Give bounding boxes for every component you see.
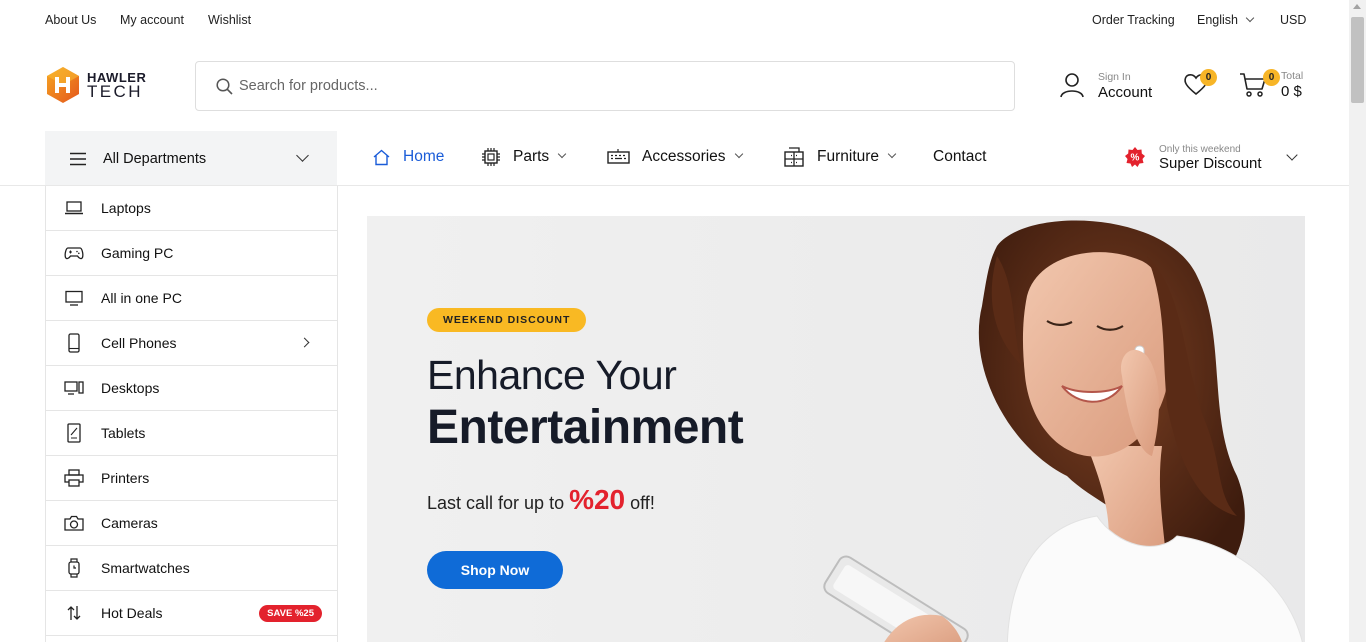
cpu-chip-icon bbox=[482, 148, 500, 166]
site-logo[interactable]: HAWLER TECH bbox=[45, 66, 146, 104]
search-bar bbox=[195, 61, 1015, 111]
phone-icon bbox=[64, 333, 84, 353]
sign-in-label: Sign In bbox=[1098, 71, 1131, 83]
nav-home-label: Home bbox=[403, 148, 445, 165]
sidebar-item-label: Tablets bbox=[101, 425, 146, 441]
logo-mark-icon bbox=[47, 67, 79, 103]
nav-parts-label: Parts bbox=[513, 148, 550, 165]
sidebar-item-printers[interactable]: Printers bbox=[46, 456, 337, 501]
user-icon bbox=[1060, 73, 1084, 98]
sidebar-item-hot-deals[interactable]: Hot Deals SAVE %25 bbox=[46, 591, 337, 636]
language-selector[interactable]: English bbox=[1197, 13, 1255, 27]
discount-label: Super Discount bbox=[1159, 155, 1262, 172]
sidebar-item-label: Desktops bbox=[101, 380, 160, 396]
account-button[interactable]: Sign In Account bbox=[1060, 70, 1152, 100]
sidebar-item-label: Gaming PC bbox=[101, 245, 174, 261]
sidebar-item-smartwatches[interactable]: Smartwatches bbox=[46, 546, 337, 591]
top-bar: About Us My account Wishlist Order Track… bbox=[0, 0, 1349, 40]
cart-total-label: Total bbox=[1281, 70, 1304, 82]
chevron-down-icon bbox=[296, 149, 309, 162]
all-departments-toggle[interactable]: All Departments bbox=[45, 131, 337, 186]
nav-accessories-label: Accessories bbox=[642, 148, 726, 165]
hero-discount-percent: %20 bbox=[569, 484, 626, 515]
sidebar-item-label: Laptops bbox=[101, 200, 151, 216]
wishlist-count-badge: 0 bbox=[1200, 69, 1217, 86]
sidebar-item-laptops[interactable]: Laptops bbox=[46, 186, 337, 231]
departments-sidebar: Laptops Gaming PC All in one PC Cell Pho… bbox=[45, 186, 338, 642]
chevron-down-icon bbox=[1245, 13, 1255, 23]
sidebar-item-label: Cell Phones bbox=[101, 335, 177, 351]
hero-subtitle: Last call for up to %20 off! bbox=[427, 484, 655, 516]
cart-count-badge: 0 bbox=[1263, 69, 1280, 86]
sidebar-item-desktops[interactable]: Desktops bbox=[46, 366, 337, 411]
nav-contact-label: Contact bbox=[933, 148, 987, 165]
keyboard-icon bbox=[607, 149, 630, 164]
sidebar-item-label: Hot Deals bbox=[101, 605, 163, 621]
tablet-icon bbox=[64, 423, 84, 443]
chevron-down-icon bbox=[887, 149, 897, 159]
sidebar-item-all-in-one-pc[interactable]: All in one PC bbox=[46, 276, 337, 321]
scrollbar-thumb[interactable] bbox=[1351, 17, 1364, 103]
cart-total-value: 0 $ bbox=[1281, 83, 1302, 100]
menu-icon bbox=[70, 152, 86, 165]
sidebar-item-label: Cameras bbox=[101, 515, 158, 531]
weekend-discount-tag: WEEKEND DISCOUNT bbox=[427, 308, 587, 332]
printer-icon bbox=[64, 468, 84, 488]
cart-button[interactable]: 0 bbox=[1239, 69, 1280, 103]
chevron-down-icon[interactable] bbox=[1286, 149, 1298, 161]
smartwatch-icon bbox=[64, 558, 84, 578]
desktop-icon bbox=[64, 378, 84, 398]
sidebar-item-label: All in one PC bbox=[101, 290, 182, 306]
page-scrollbar[interactable] bbox=[1349, 0, 1366, 642]
super-discount-promo[interactable]: % Only this weekend Super Discount bbox=[1125, 143, 1262, 171]
nav-home[interactable]: Home bbox=[372, 143, 444, 171]
sidebar-item-label: Smartwatches bbox=[101, 560, 190, 576]
about-us-link[interactable]: About Us bbox=[45, 13, 96, 27]
my-account-link[interactable]: My account bbox=[120, 13, 184, 27]
chevron-down-icon bbox=[557, 149, 567, 159]
shop-now-button[interactable]: Shop Now bbox=[427, 551, 563, 589]
cart-total[interactable]: Total 0 $ bbox=[1281, 69, 1303, 99]
language-label: English bbox=[1197, 13, 1238, 27]
hero-subtitle-before: Last call for up to bbox=[427, 493, 565, 513]
laptop-icon bbox=[64, 198, 84, 218]
search-input[interactable] bbox=[239, 78, 939, 94]
discount-badge-icon: % bbox=[1125, 147, 1145, 167]
nav-furniture-label: Furniture bbox=[817, 148, 880, 165]
nav-accessories[interactable]: Accessories bbox=[607, 143, 743, 171]
wishlist-button[interactable]: 0 bbox=[1183, 69, 1217, 101]
hero-subtitle-after: off! bbox=[630, 493, 655, 513]
sidebar-item-cell-phones[interactable]: Cell Phones bbox=[46, 321, 337, 366]
sidebar-item-gaming-pc[interactable]: Gaming PC bbox=[46, 231, 337, 276]
sidebar-item-label: Printers bbox=[101, 470, 150, 486]
sort-arrows-icon bbox=[64, 603, 84, 623]
nav-furniture[interactable]: Furniture bbox=[783, 143, 897, 171]
hero-banner: WEEKEND DISCOUNT Enhance Your Entertainm… bbox=[367, 216, 1305, 642]
camera-icon bbox=[64, 513, 84, 533]
sidebar-item-tablets[interactable]: Tablets bbox=[46, 411, 337, 456]
logo-text-bottom: TECH bbox=[87, 82, 143, 101]
svg-text:%: % bbox=[1131, 153, 1140, 164]
save-badge: SAVE %25 bbox=[259, 605, 322, 622]
hero-woman-with-earphones-image bbox=[823, 220, 1303, 642]
home-icon bbox=[373, 149, 390, 165]
currency-selector[interactable]: USD bbox=[1280, 13, 1306, 27]
nav-parts[interactable]: Parts bbox=[481, 143, 567, 171]
cabinet-icon bbox=[784, 147, 804, 167]
all-departments-label: All Departments bbox=[103, 150, 207, 167]
order-tracking-link[interactable]: Order Tracking bbox=[1092, 13, 1175, 27]
search-icon[interactable] bbox=[216, 77, 233, 95]
sidebar-item-cameras[interactable]: Cameras bbox=[46, 501, 337, 546]
monitor-icon bbox=[64, 288, 84, 308]
gamepad-icon bbox=[64, 243, 84, 263]
scroll-up-icon[interactable] bbox=[1353, 4, 1361, 9]
hero-title-line1: Enhance Your bbox=[427, 352, 677, 398]
account-label: Account bbox=[1098, 84, 1153, 101]
chevron-down-icon bbox=[734, 149, 743, 159]
chevron-right-icon bbox=[299, 337, 310, 348]
nav-contact[interactable]: Contact bbox=[921, 143, 986, 171]
wishlist-link[interactable]: Wishlist bbox=[208, 13, 251, 27]
hero-title-line2: Entertainment bbox=[427, 401, 744, 454]
